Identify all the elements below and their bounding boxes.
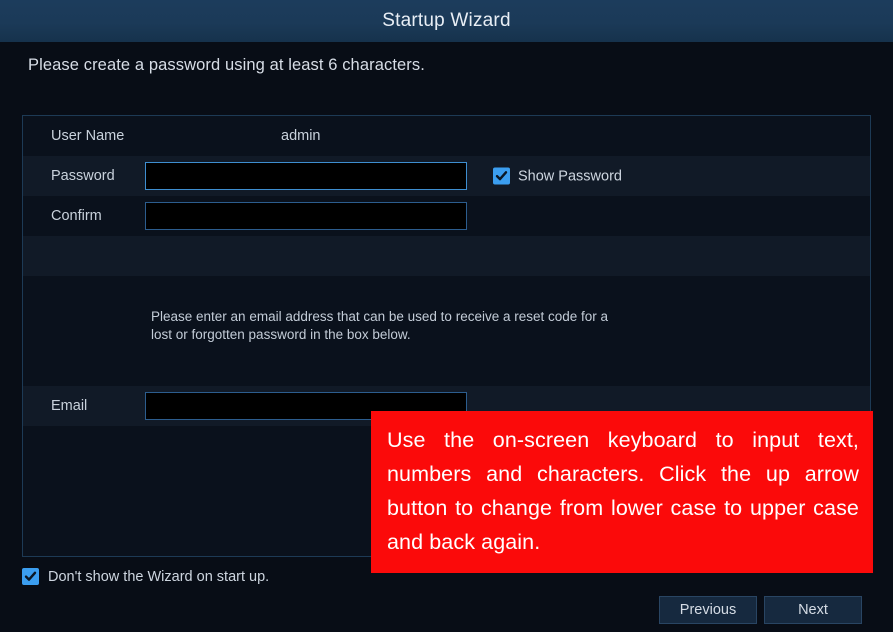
page-instruction: Please create a password using at least … [28, 56, 425, 74]
checkbox-checked-icon[interactable] [493, 167, 510, 185]
checkbox-checked-icon[interactable] [22, 568, 39, 585]
email-label: Email [51, 398, 88, 414]
username-value: admin [281, 128, 321, 144]
password-label: Password [51, 168, 115, 184]
username-label: User Name [51, 128, 125, 144]
confirm-label: Confirm [51, 208, 102, 224]
previous-button[interactable]: Previous [659, 596, 757, 624]
show-password-label: Show Password [518, 168, 622, 184]
form-row-confirm: Confirm [23, 196, 870, 236]
password-input[interactable] [145, 162, 467, 190]
form-row-note: Please enter an email address that can b… [23, 276, 870, 386]
form-row-username: User Name admin [23, 116, 870, 156]
confirm-input[interactable] [145, 202, 467, 230]
show-password-toggle[interactable]: Show Password [493, 167, 622, 185]
form-row-password: Password Show Password [23, 156, 870, 196]
dont-show-wizard-toggle[interactable]: Don't show the Wizard on start up. [22, 568, 269, 585]
next-button[interactable]: Next [764, 596, 862, 624]
annotation-text: Use the on-screen keyboard to input text… [387, 428, 859, 554]
window-titlebar: Startup Wizard [0, 0, 893, 42]
form-row-spacer [23, 236, 870, 276]
dont-show-wizard-label: Don't show the Wizard on start up. [48, 568, 270, 585]
startup-wizard-window: Startup Wizard Please create a password … [0, 0, 893, 632]
window-title: Startup Wizard [382, 10, 511, 31]
annotation-callout: Use the on-screen keyboard to input text… [371, 411, 873, 573]
email-instruction-text: Please enter an email address that can b… [151, 309, 609, 342]
